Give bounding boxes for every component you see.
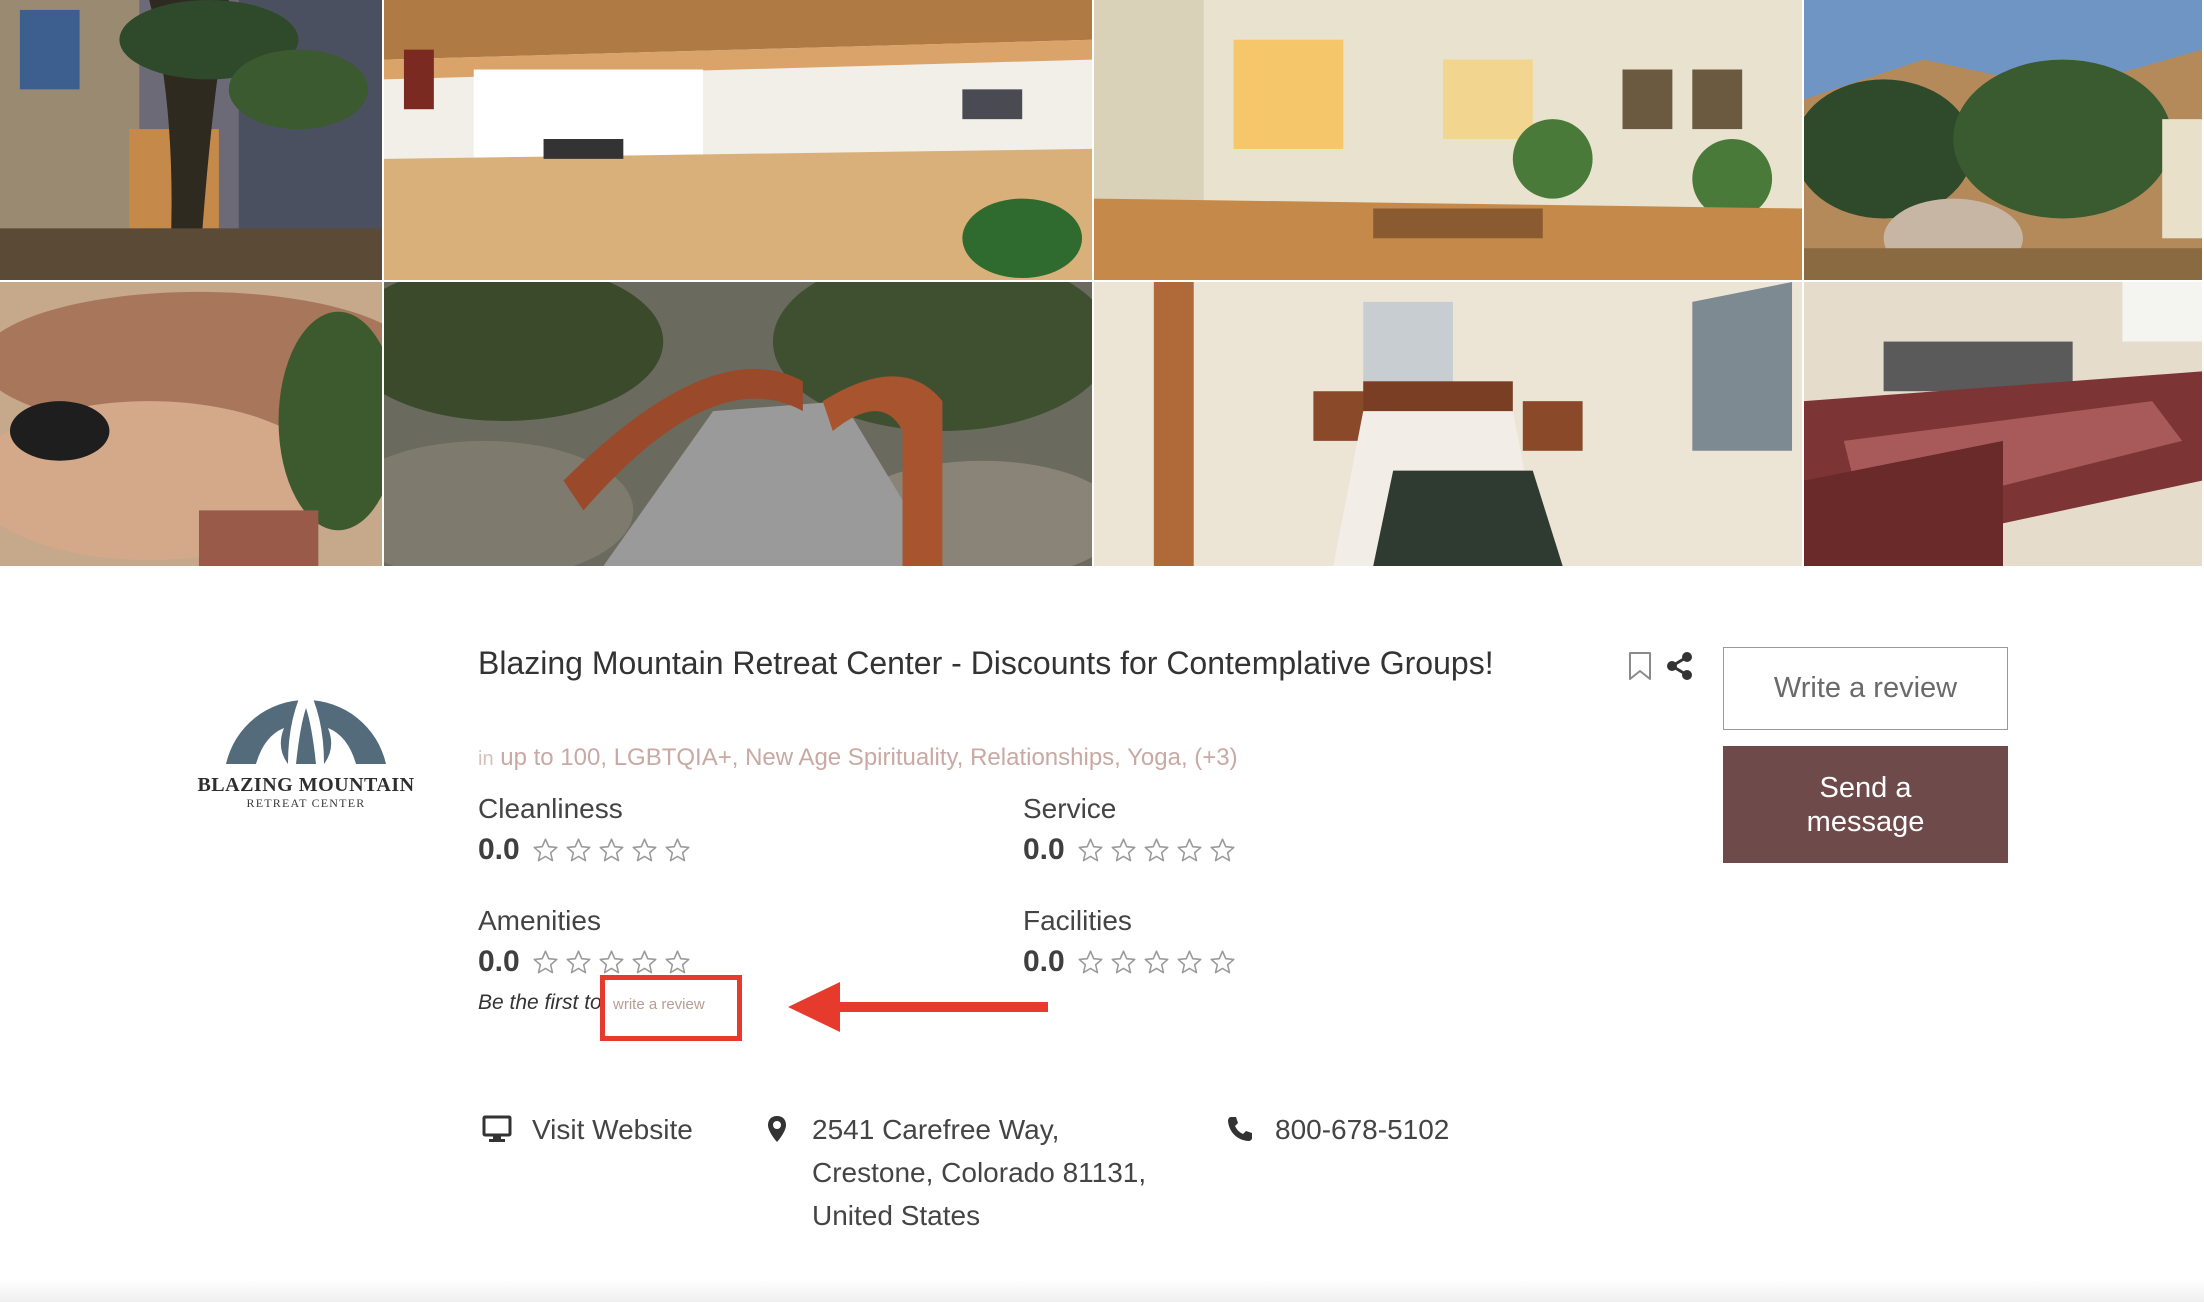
listing-title: Blazing Mountain Retreat Center - Discou… [478,645,1494,681]
more-categories-link[interactable]: (+3) [1194,744,1237,771]
address-line: 2541 Carefree Way, [812,1114,1060,1145]
star-icon [632,949,657,973]
visit-website-link[interactable]: Visit Website [532,1108,693,1151]
phone-item[interactable]: 800-678-5102 [1225,1108,1449,1151]
category-link[interactable]: up to 100 [500,744,600,771]
send-message-label: Send a message [1806,771,1925,838]
star-rating [1077,949,1236,976]
category-link[interactable]: Yoga [1127,744,1181,771]
retreat-logo: BLAZING MOUNTAIN RETREAT CENTER [196,656,416,816]
rating-score: 0.0 [478,833,520,866]
mountain-flame-icon [226,684,386,764]
star-icon [1144,949,1169,973]
star-rating [532,949,691,976]
gallery-photo-stone-building[interactable] [0,0,384,282]
star-icon [533,837,558,861]
star-icon [533,949,558,973]
gallery-photo-meditation-hall[interactable] [384,0,1094,282]
share-icon[interactable] [1664,651,1694,681]
rating-amenities: Amenities 0.0 [478,905,858,979]
star-rating [1077,837,1236,864]
star-icon [1177,949,1202,973]
star-icon [1078,837,1103,861]
gallery-photo-desert-trees[interactable] [1804,0,2204,282]
rating-label: Service [1023,793,1117,824]
star-icon [599,949,624,973]
address-text: 2541 Carefree Way, Crestone, Colorado 81… [812,1108,1146,1237]
star-icon [1210,837,1235,861]
logo-name: BLAZING MOUNTAIN [197,774,415,796]
send-message-button[interactable]: Send a message [1723,746,2008,863]
star-icon [1111,949,1136,973]
rating-label: Facilities [1023,905,1132,936]
star-icon [1111,837,1136,861]
address-item: 2541 Carefree Way, Crestone, Colorado 81… [762,1108,1146,1237]
star-icon [599,837,624,861]
rating-service: Service 0.0 [1023,793,1403,867]
category-link[interactable]: LGBTQIA+ [614,744,732,771]
rating-facilities: Facilities 0.0 [1023,905,1403,979]
gallery-photo-bedroom[interactable] [1094,282,1804,568]
rating-cleanliness: Cleanliness 0.0 [478,793,858,867]
category-link[interactable]: New Age Spirituality [745,744,957,771]
annotation-arrow-icon [788,982,1048,1032]
map-pin-icon [768,1116,786,1142]
star-icon [632,837,657,861]
rating-score: 0.0 [1023,945,1065,978]
photo-gallery [0,0,2204,568]
star-icon [665,837,690,861]
rating-score: 0.0 [1023,833,1065,866]
page-bottom-edge [0,1280,2204,1302]
star-icon [665,949,690,973]
phone-icon [1228,1117,1252,1141]
category-list: in up to 100, LGBTQIA+, New Age Spiritua… [478,744,1238,771]
star-icon [566,949,591,973]
category-link[interactable]: Relationships [970,744,1114,771]
star-icon [1210,949,1235,973]
first-review-text: Be the first to [478,991,602,1014]
address-line: Crestone, Colorado 81131, [812,1157,1147,1188]
rating-label: Cleanliness [478,793,623,824]
star-icon [1177,837,1202,861]
gallery-photo-wooden-bridge[interactable] [384,282,1094,568]
categories-prefix: in [478,748,494,770]
gallery-photo-sunlit-room[interactable] [1094,0,1804,282]
annotation-highlight-box [600,975,742,1041]
star-rating [532,837,691,864]
visit-website-item[interactable]: Visit Website [482,1108,693,1151]
rating-score: 0.0 [478,945,520,978]
bookmark-icon[interactable] [1627,651,1653,681]
star-icon [566,837,591,861]
monitor-icon [482,1115,512,1142]
address-line: United States [812,1200,981,1231]
star-icon [1144,837,1169,861]
rating-label: Amenities [478,905,601,936]
gallery-photo-stone-patio[interactable] [0,282,384,568]
gallery-photo-meeting-tables[interactable] [1804,282,2204,568]
star-icon [1078,949,1103,973]
phone-number[interactable]: 800-678-5102 [1275,1108,1449,1151]
write-review-button[interactable]: Write a review [1723,647,2008,730]
logo-subtitle: RETREAT CENTER [246,796,366,810]
